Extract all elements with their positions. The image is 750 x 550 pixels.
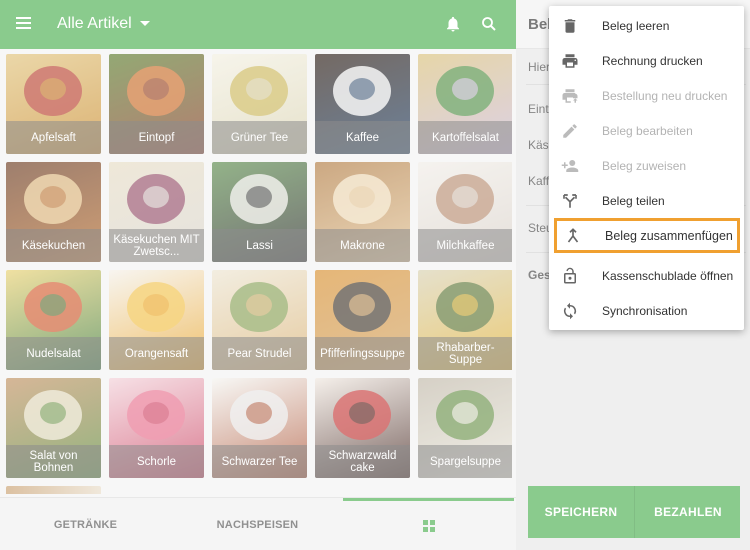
sync-icon [563,302,577,319]
menu-item-synchronisation[interactable]: Synchronisation [549,293,744,328]
unlock-icon [564,267,576,283]
menu-item-label: Beleg zuweisen [602,158,687,173]
pencil-icon [563,123,577,138]
trash-icon [564,18,576,33]
menu-item-print-invoice[interactable]: Rechnung drucken [549,43,744,78]
menu-item-merge-receipt[interactable]: Beleg zusammenfügen [554,218,740,253]
menu-item-clear-receipt[interactable]: Beleg leeren [549,8,744,43]
merge-icon [567,227,579,242]
reprint-icon [562,88,578,103]
receipt-options-menu: Beleg leeren Rechnung drucken Bestellung… [549,6,744,330]
menu-item-label: Beleg zusammenfügen [605,228,733,243]
menu-item-label: Bestellung neu drucken [602,88,728,103]
menu-item-assign-receipt[interactable]: Beleg zuweisen [549,148,744,183]
menu-item-reprint-order[interactable]: Bestellung neu drucken [549,78,744,113]
menu-item-open-cash-drawer[interactable]: Kassenschublade öffnen [549,258,744,293]
menu-item-split-receipt[interactable]: Beleg teilen [549,183,744,218]
menu-item-label: Kassenschublade öffnen [602,268,734,283]
printer-icon [562,53,578,68]
menu-item-label: Beleg teilen [602,193,665,208]
menu-item-label: Synchronisation [602,303,688,318]
menu-item-label: Rechnung drucken [602,53,703,68]
menu-item-label: Beleg leeren [602,18,670,33]
assign-user-icon [561,159,579,172]
split-icon [563,193,577,208]
menu-item-edit-receipt[interactable]: Beleg bearbeiten [549,113,744,148]
menu-item-label: Beleg bearbeiten [602,123,693,138]
